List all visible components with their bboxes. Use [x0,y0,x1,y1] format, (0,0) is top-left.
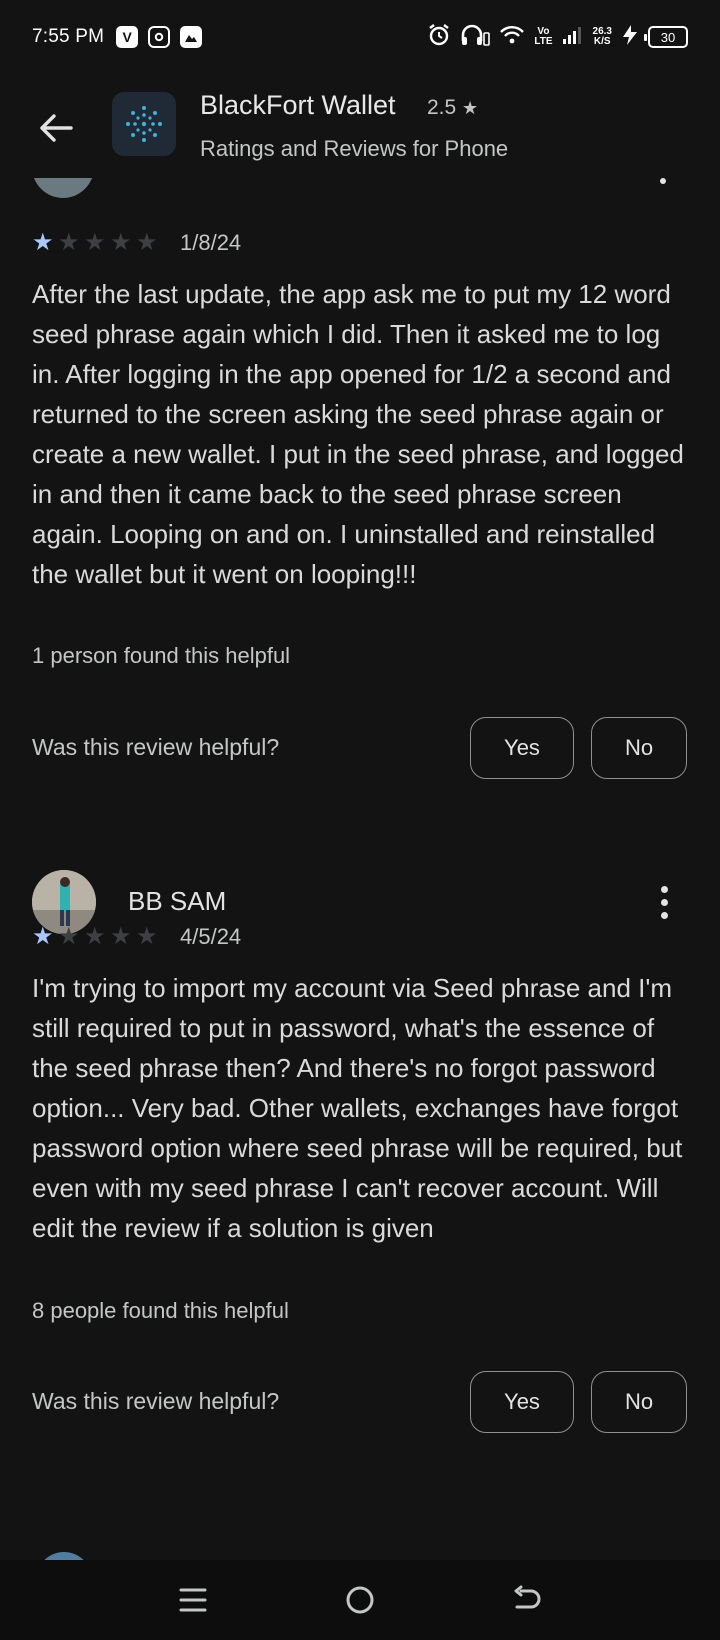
helpful-count: 1 person found this helpful [32,643,291,668]
status-time: 7:55 PM [32,26,105,47]
app-rating: 2.5 ★ [427,96,478,120]
alarm-icon [427,23,451,51]
star-rating: ★ ★ ★ ★ ★ 1/8/24 [32,230,241,256]
review-text: After the last update, the app ask me to… [32,279,684,589]
star-empty-icon: ★ [110,923,132,950]
back-button[interactable] [30,102,82,154]
volte-indicator: Vo LTE [534,26,553,47]
v-app-icon: V [116,26,139,48]
star-filled-icon: ★ [32,229,54,256]
instagram-icon [148,26,171,48]
star-empty-icon: ★ [58,923,80,950]
app-title: BlackFort Wallet [200,90,396,120]
helpful-question: Was this review helpful? [32,1388,280,1414]
review-text: I'm trying to import my account via Seed… [32,973,683,1243]
helpful-no-button[interactable]: No [591,1371,687,1433]
helpful-yes-button[interactable]: Yes [470,1371,574,1433]
blackfort-logo-icon [126,106,162,142]
home-circle-icon [346,1586,374,1614]
helpful-no-button[interactable]: No [591,717,687,779]
star-filled-icon: ★ [32,923,54,950]
review-date: 1/8/24 [180,230,242,255]
star-rating: ★ ★ ★ ★ ★ 4/5/24 [32,924,241,950]
network-speed: 26.3 K/S [592,26,612,47]
charging-icon [621,24,639,50]
app-icon [112,92,176,156]
app-rating-value: 2.5 [427,96,457,119]
system-status-icons: Vo LTE 26.3 K/S 30 [427,23,688,51]
helpful-count: 8 people found this helpful [32,1298,289,1323]
back-nav-button[interactable] [497,1570,557,1630]
star-empty-icon: ★ [136,923,158,950]
status-bar: 7:55 PM V Vo LTE 26.3 K/S 30 [0,0,720,74]
system-nav-bar [0,1560,720,1640]
star-empty-icon: ★ [84,229,106,256]
star-empty-icon: ★ [84,923,106,950]
more-options-button[interactable] [646,880,682,924]
battery-indicator: 30 [644,26,688,48]
more-options-icon[interactable] [660,178,666,184]
review-date: 4/5/24 [180,924,242,949]
recent-apps-button[interactable] [163,1570,223,1630]
headphones-icon [460,23,491,51]
star-empty-icon: ★ [136,229,158,256]
avatar [32,178,94,198]
star-icon: ★ [462,98,479,118]
helpful-yes-button[interactable]: Yes [470,717,574,779]
star-empty-icon: ★ [58,229,80,256]
signal-icon [562,25,584,49]
avatar [36,1552,92,1560]
more-vert-icon [660,885,668,893]
arrow-back-icon [40,114,73,142]
helpful-question: Was this review helpful? [32,734,280,760]
notification-icons: V [116,26,203,48]
reviews-list[interactable]: ★ ★ ★ ★ ★ 1/8/24 After the last update, … [0,178,720,1560]
back-gesture-icon [514,1585,541,1609]
home-button[interactable] [330,1570,390,1630]
star-empty-icon: ★ [110,229,132,256]
wifi-icon [499,24,525,50]
menu-icon [179,1588,207,1612]
app-header: BlackFort Wallet 2.5 ★ Ratings and Revie… [0,74,720,178]
page-subtitle: Ratings and Reviews for Phone [200,136,509,161]
reviewer-name: BB SAM [128,886,227,916]
gallery-icon [180,26,203,48]
